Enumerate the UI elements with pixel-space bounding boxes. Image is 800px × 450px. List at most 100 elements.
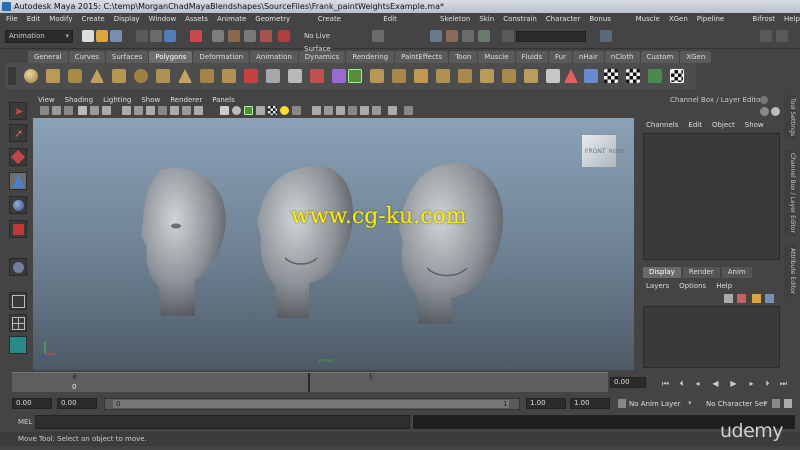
mirror-icon[interactable] <box>332 69 346 83</box>
command-line-input[interactable] <box>35 415 410 429</box>
wireframe-on-shaded-icon[interactable] <box>244 106 253 115</box>
save-scene-icon[interactable] <box>110 30 122 42</box>
snap-grid-icon[interactable] <box>212 30 224 42</box>
show-hide-channel-box-icon[interactable] <box>760 30 772 42</box>
live-surface-field[interactable]: No Live Surface <box>292 30 356 53</box>
select-hierarchy-icon[interactable] <box>136 30 148 42</box>
two-d-pan-zoom-icon[interactable] <box>90 106 99 115</box>
side-tab-attribute-editor[interactable]: Attribute Editor <box>784 245 796 298</box>
panel-menu-view[interactable]: View <box>38 95 55 105</box>
view-cube[interactable]: FRONT RIGHT <box>581 134 625 168</box>
select-tool-icon[interactable]: ➤ <box>9 102 27 120</box>
menu-pipeline-cache[interactable]: Pipeline Cache <box>697 13 744 35</box>
screen-space-ao-icon[interactable] <box>292 106 301 115</box>
extrude-icon[interactable] <box>348 69 362 83</box>
menu-modify[interactable]: Modify <box>49 13 72 25</box>
layer-list[interactable] <box>643 306 780 368</box>
rotate-tool-icon[interactable] <box>9 196 27 214</box>
layer-up-icon[interactable] <box>752 294 761 303</box>
camera-attributes-icon[interactable] <box>52 106 61 115</box>
history-icon[interactable] <box>372 30 384 42</box>
menu-edit[interactable]: Edit <box>27 13 41 25</box>
channel-box-close-icon[interactable] <box>760 96 768 104</box>
shelf-tab-general[interactable]: General <box>28 51 68 63</box>
make-live-icon[interactable] <box>278 30 290 42</box>
head-smile-open[interactable] <box>399 163 504 324</box>
lights-icon[interactable] <box>268 106 277 115</box>
menu-file[interactable]: File <box>6 13 18 25</box>
manipulator-tool-icon[interactable] <box>9 258 27 276</box>
command-language-label[interactable]: MEL <box>18 417 32 427</box>
menu-assets[interactable]: Assets <box>185 13 208 25</box>
poke-face-icon[interactable] <box>502 69 516 83</box>
panel-menu-panels[interactable]: Panels <box>212 95 235 105</box>
depth-of-field-icon[interactable] <box>336 106 345 115</box>
textured-icon[interactable] <box>256 106 265 115</box>
layer-menu-help[interactable]: Help <box>716 281 732 291</box>
range-slider[interactable]: 0 1 <box>104 398 520 410</box>
render-frame-icon[interactable] <box>430 30 442 42</box>
range-slider-handle[interactable] <box>113 400 509 408</box>
planar-mapping-icon[interactable] <box>546 69 560 83</box>
append-polygon-icon[interactable] <box>392 69 406 83</box>
step-back-icon[interactable]: ⏴ <box>676 379 687 389</box>
menu-geometry-cache[interactable]: Geometry Cache <box>255 13 308 35</box>
lasso-tool-icon[interactable]: ➚ <box>9 124 27 142</box>
animation-end-field[interactable]: 1.00 <box>570 398 610 409</box>
shelf-options-icon[interactable] <box>8 67 16 85</box>
merge-icon[interactable] <box>414 69 428 83</box>
combine-icon[interactable] <box>222 69 236 83</box>
channel-box-layout-icon[interactable] <box>760 107 769 116</box>
menu-bifrost[interactable]: Bifrost <box>752 13 775 25</box>
side-tab-tool-settings[interactable]: Tool Settings <box>784 95 796 140</box>
menu-bonus-tools[interactable]: Bonus Tools <box>589 13 626 35</box>
current-frame-field[interactable]: 0.00 <box>610 377 646 388</box>
head-neutral[interactable] <box>141 167 226 316</box>
poly-pipe-icon[interactable] <box>200 69 214 83</box>
head-smile-closed[interactable] <box>257 165 354 318</box>
menu-help[interactable]: Help <box>784 13 800 25</box>
open-scene-icon[interactable] <box>96 30 108 42</box>
sign-in-icon[interactable] <box>600 30 612 42</box>
poly-sphere-icon[interactable] <box>24 69 38 83</box>
menu-xgen[interactable]: XGen <box>669 13 688 25</box>
paint-select-tool-icon[interactable] <box>9 148 27 166</box>
shelf-tab-animation[interactable]: Animation <box>250 51 298 63</box>
select-object-icon[interactable] <box>150 30 162 42</box>
selection-mask-icon[interactable] <box>190 30 202 42</box>
motion-blur-icon[interactable] <box>312 106 321 115</box>
poly-pyramid-icon[interactable] <box>178 69 192 83</box>
bridge-icon[interactable] <box>370 69 384 83</box>
menu-create-deformers[interactable]: Create Deformers <box>318 13 375 35</box>
gamma-icon[interactable] <box>404 106 413 115</box>
layer-tab-display[interactable]: Display <box>643 267 681 278</box>
layout-single-icon[interactable] <box>9 292 27 310</box>
image-plane-icon[interactable] <box>78 106 87 115</box>
xray-joints-icon[interactable] <box>372 106 381 115</box>
poly-torus-icon[interactable] <box>134 69 148 83</box>
go-to-start-icon[interactable]: ⏮ <box>660 379 671 389</box>
film-gate-icon[interactable] <box>134 106 143 115</box>
bevel-icon[interactable] <box>480 69 494 83</box>
spherical-mapping-icon[interactable] <box>584 69 598 83</box>
xray-icon[interactable] <box>360 106 369 115</box>
layer-tab-anim[interactable]: Anim <box>721 267 752 278</box>
menu-skeleton[interactable]: Skeleton <box>440 13 470 25</box>
smooth-shade-icon[interactable] <box>232 106 241 115</box>
channel-menu-object[interactable]: Object <box>712 120 735 130</box>
menu-skin[interactable]: Skin <box>479 13 494 25</box>
extract-icon[interactable] <box>266 69 280 83</box>
shadows-icon[interactable] <box>280 106 289 115</box>
shelf-tab-dynamics[interactable]: Dynamics <box>298 51 346 63</box>
snap-curve-icon[interactable] <box>228 30 240 42</box>
playback-end-field[interactable]: 1.00 <box>526 398 566 409</box>
anim-layer-label[interactable]: No Anim Layer <box>629 400 680 408</box>
character-set-chevron-icon[interactable]: ▾ <box>764 399 768 407</box>
preferences-icon[interactable] <box>784 399 792 408</box>
gate-mask-icon[interactable] <box>158 106 167 115</box>
shelf-tab-painteffects[interactable]: PaintEffects <box>395 51 449 63</box>
panel-menu-shading[interactable]: Shading <box>65 95 93 105</box>
panel-menu-show[interactable]: Show <box>141 95 160 105</box>
render-settings-icon[interactable] <box>462 30 474 42</box>
playback-start-field[interactable]: 0.00 <box>57 398 97 409</box>
